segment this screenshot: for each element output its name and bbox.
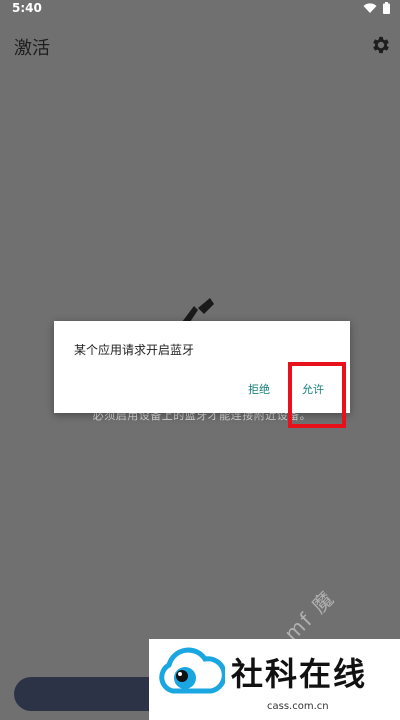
watermark-text: mf 魔 [279,585,340,646]
logo-url: cass.com.cn [267,701,329,712]
page-title: 激活 [14,38,50,59]
settings-button[interactable] [370,34,392,56]
watermark-logo: 社科在线 cass.com.cn [149,639,400,720]
cloud-eye-icon [159,647,225,694]
status-bar: 5:40 [0,0,400,18]
logo-text: 社科在线 [231,655,368,693]
gear-icon [373,36,389,54]
deny-button[interactable]: 拒绝 [248,381,270,397]
status-icons [363,2,390,14]
status-time: 5:40 [12,1,42,15]
battery-icon [383,2,390,14]
highlight-annotation [288,362,346,428]
wifi-icon [363,2,377,13]
app-bar: 激活 [0,28,400,64]
dialog-message: 某个应用请求开启蓝牙 [74,343,195,357]
